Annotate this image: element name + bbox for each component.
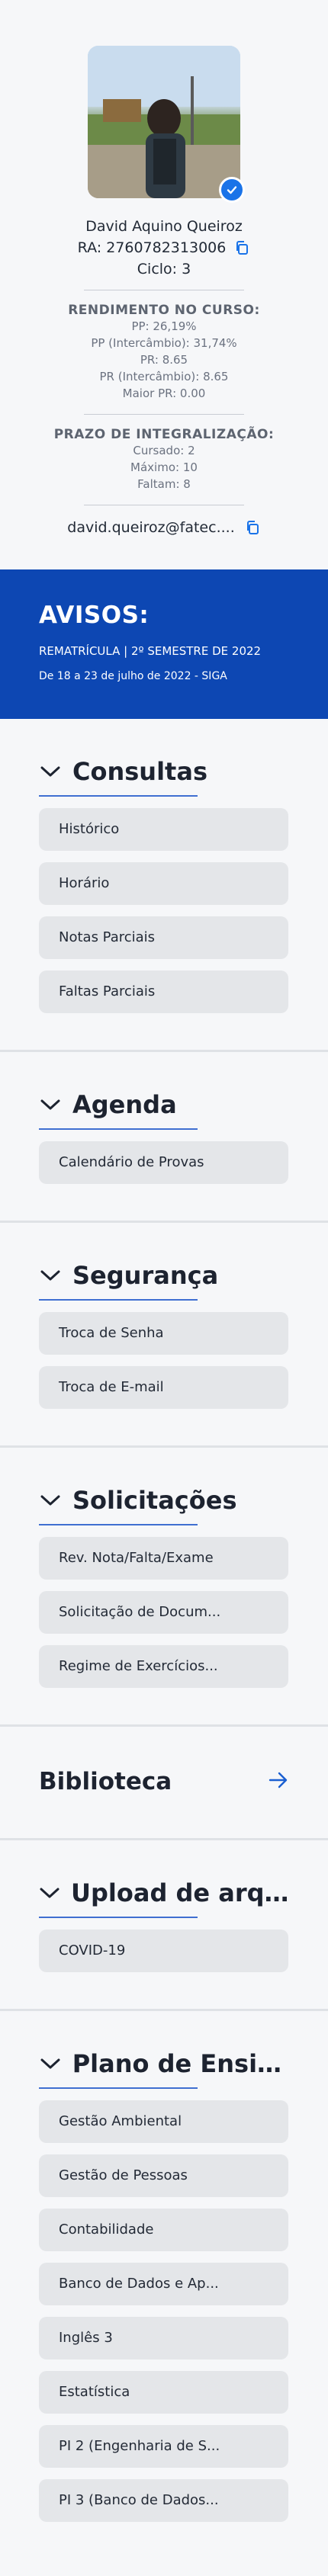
prazo-maximo: Máximo: 10 [130, 460, 198, 474]
email-row: david.queiroz@fatec.... [0, 519, 328, 536]
section-title: Solicitações [72, 1486, 237, 1515]
copy-icon[interactable] [244, 519, 261, 536]
rendimento-pp: PP: 26,19% [131, 319, 197, 333]
student-name: David Aquino Queiroz [85, 218, 243, 235]
section-title: Biblioteca [39, 1768, 172, 1795]
section-header-consultas[interactable]: Consultas [39, 757, 289, 786]
menu-item-regime-exercicios[interactable]: Regime de Exercícios... [39, 1645, 288, 1688]
rendimento-maior-pr: Maior PR: 0.00 [122, 387, 206, 400]
rendimento-pr: PR: 8.65 [140, 353, 188, 367]
menu-item-historico[interactable]: Histórico [39, 808, 288, 851]
section-underline [39, 1524, 198, 1525]
menu-item-faltas-parciais[interactable]: Faltas Parciais [39, 970, 288, 1013]
menu-item-troca-email[interactable]: Troca de E-mail [39, 1366, 288, 1409]
section-title: Segurança [72, 1261, 219, 1290]
section-header-upload[interactable]: Upload de arqu... [39, 1878, 289, 1907]
chevron-down-icon[interactable] [39, 2052, 62, 2075]
check-badge-icon [219, 177, 245, 203]
section-header-solicitacoes[interactable]: Solicitações [39, 1486, 289, 1515]
chevron-down-icon[interactable] [39, 760, 62, 783]
section-title: Agenda [72, 1090, 177, 1119]
section-title: Consultas [72, 757, 207, 786]
menu-item-notas-parciais[interactable]: Notas Parciais [39, 916, 288, 959]
section-header-seguranca[interactable]: Segurança [39, 1261, 289, 1290]
section-header-plano-ensino[interactable]: Plano de Ensino [39, 2049, 289, 2078]
menu-item-calendario-provas[interactable]: Calendário de Provas [39, 1141, 288, 1184]
ra-row: RA: 2760782313006 [0, 239, 328, 256]
avisos-title: AVISOS: [39, 601, 150, 629]
section-solicitacoes: Solicitações Rev. Nota/Falta/Exame Solic… [0, 1448, 328, 1727]
avisos-banner: AVISOS: REMATRÍCULA | 2º SEMESTRE DE 202… [0, 569, 328, 719]
prazo-title: PRAZO DE INTEGRALIZAÇÃO: [53, 427, 275, 442]
arrow-right-icon[interactable] [268, 1771, 289, 1792]
menu-item-banco-dados[interactable]: Banco de Dados e Ap... [39, 2263, 288, 2305]
divider [84, 414, 244, 415]
avisos-line-2: De 18 a 23 de julho de 2022 - SIGA [39, 670, 227, 682]
menu-item-ingles-3[interactable]: Inglês 3 [39, 2317, 288, 2359]
copy-icon[interactable] [233, 239, 250, 256]
menu-item-troca-senha[interactable]: Troca de Senha [39, 1312, 288, 1355]
section-plano-ensino: Plano de Ensino Gestão Ambiental Gestão … [0, 2011, 328, 2558]
section-title: Upload de arqu... [71, 1878, 289, 1907]
rendimento-pr-intercambio: PR (Intercâmbio): 8.65 [99, 370, 229, 383]
section-biblioteca[interactable]: Biblioteca [0, 1727, 328, 1840]
rendimento-pp-intercambio: PP (Intercâmbio): 31,74% [91, 336, 237, 350]
section-underline [39, 1917, 198, 1918]
page: David Aquino Queiroz RA: 2760782313006 C… [0, 0, 328, 2576]
menu-item-pi-2[interactable]: PI 2 (Engenharia de S... [39, 2425, 288, 2468]
chevron-down-icon[interactable] [39, 1489, 62, 1512]
prazo-cursado: Cursado: 2 [133, 444, 195, 457]
section-seguranca: Segurança Troca de Senha Troca de E-mail [0, 1223, 328, 1448]
avatar-wrapper [88, 46, 245, 203]
menu-item-contabilidade[interactable]: Contabilidade [39, 2209, 288, 2251]
section-header-agenda[interactable]: Agenda [39, 1090, 289, 1119]
profile-card: David Aquino Queiroz RA: 2760782313006 C… [0, 0, 328, 569]
section-agenda: Agenda Calendário de Provas [0, 1052, 328, 1223]
rendimento-title: RENDIMENTO NO CURSO: [68, 303, 260, 318]
menu-item-gestao-ambiental[interactable]: Gestão Ambiental [39, 2100, 288, 2143]
menu-item-horario[interactable]: Horário [39, 862, 288, 905]
avatar-photo [88, 46, 240, 198]
section-consultas: Consultas Histórico Horário Notas Parcia… [0, 719, 328, 1052]
menu-item-solicitacao-documento[interactable]: Solicitação de Docum... [39, 1591, 288, 1634]
menu-item-estatistica[interactable]: Estatística [39, 2371, 288, 2414]
section-upload: Upload de arqu... COVID-19 [0, 1840, 328, 2011]
ra-number: RA: 2760782313006 [77, 239, 227, 256]
menu-item-covid-19[interactable]: COVID-19 [39, 1930, 288, 1972]
avatar [88, 46, 240, 198]
avisos-line-1: REMATRÍCULA | 2º SEMESTRE DE 2022 [39, 644, 262, 658]
menu-item-rev-nota[interactable]: Rev. Nota/Falta/Exame [39, 1537, 288, 1580]
section-underline [39, 2087, 198, 2089]
chevron-down-icon[interactable] [39, 1093, 62, 1116]
ciclo: Ciclo: 3 [137, 261, 191, 277]
section-underline [39, 1128, 198, 1130]
menu-item-gestao-pessoas[interactable]: Gestão de Pessoas [39, 2154, 288, 2197]
section-underline [39, 795, 198, 797]
section-underline [39, 1299, 198, 1301]
prazo-faltam: Faltam: 8 [137, 477, 191, 491]
section-title: Plano de Ensino [72, 2049, 289, 2078]
chevron-down-icon[interactable] [39, 1264, 62, 1287]
menu-item-pi-3[interactable]: PI 3 (Banco de Dados... [39, 2479, 288, 2522]
email: david.queiroz@fatec.... [67, 519, 235, 536]
chevron-down-icon[interactable] [39, 1881, 60, 1904]
